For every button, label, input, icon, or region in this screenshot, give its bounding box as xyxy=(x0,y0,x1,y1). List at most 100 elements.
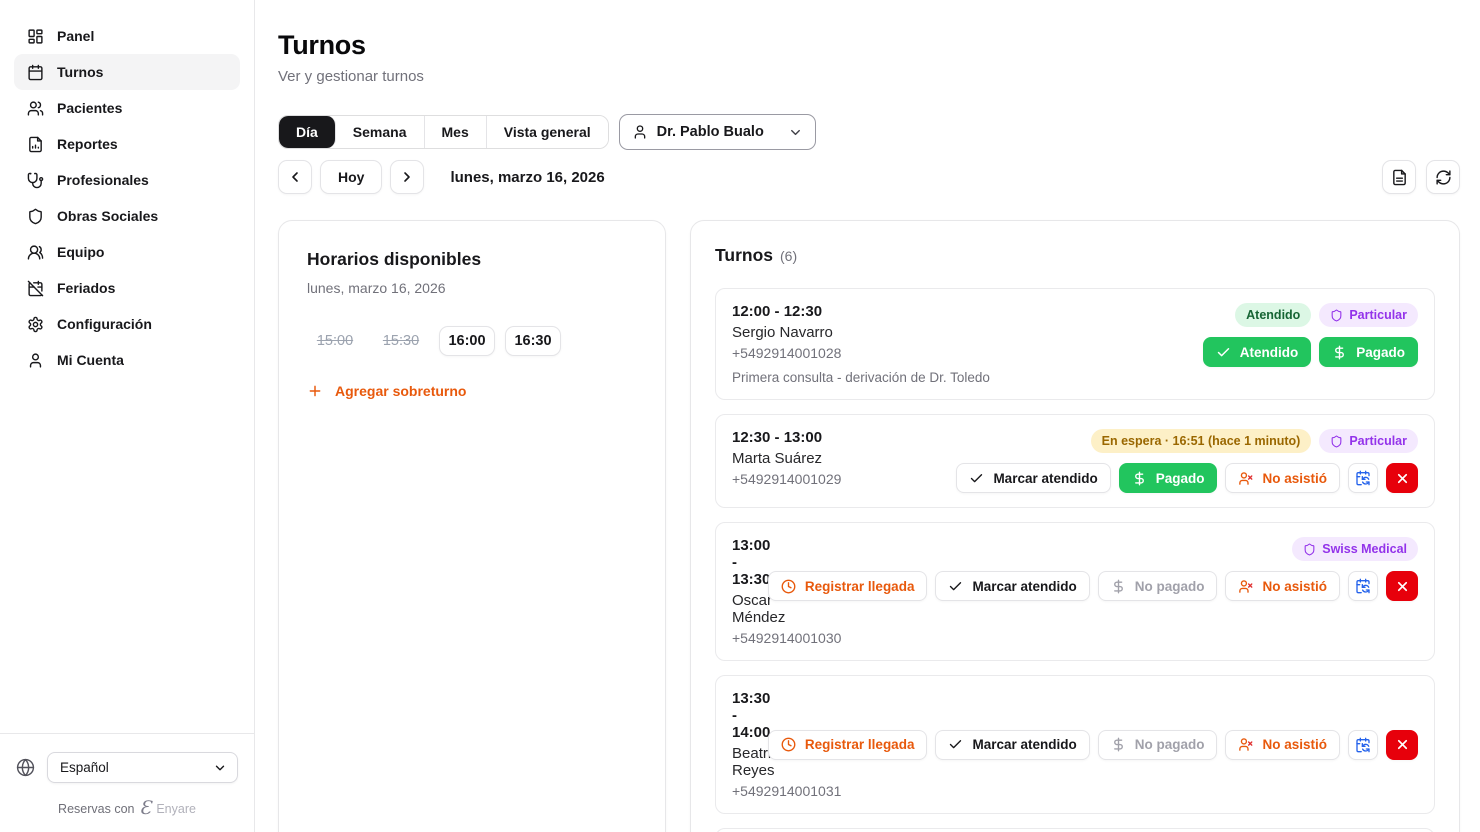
doctor-select-value: Dr. Pablo Bualo xyxy=(657,124,764,140)
not-paid-button[interactable]: No pagado xyxy=(1098,571,1218,601)
appointment-time: 12:00 - 12:30 xyxy=(732,303,1203,320)
sidebar-item-label: Configuración xyxy=(57,316,152,332)
insurance-badge-label: Particular xyxy=(1349,434,1407,448)
paid-button[interactable]: Pagado xyxy=(1119,463,1218,493)
view-tabs: Día Semana Mes Vista general xyxy=(278,115,609,149)
team-icon xyxy=(27,244,44,261)
next-day-button[interactable] xyxy=(390,160,424,194)
appointment-time: 13:00 - 13:30 xyxy=(732,537,768,588)
mark-attended-button[interactable]: Marcar atendido xyxy=(935,730,1089,760)
sidebar-item-configuracion[interactable]: Configuración xyxy=(14,306,240,342)
mark-attended-label: Marcar atendido xyxy=(993,471,1097,486)
not-paid-label: No pagado xyxy=(1135,579,1205,594)
user-x-icon xyxy=(1238,737,1253,752)
appointment-time: 12:30 - 13:00 xyxy=(732,429,956,446)
slot-15-00: 15:00 xyxy=(307,326,363,356)
available-slots-title: Horarios disponibles xyxy=(307,249,637,270)
sidebar-item-panel[interactable]: Panel xyxy=(14,18,240,54)
insurance-badge-label: Particular xyxy=(1349,308,1407,322)
calendar-sync-icon xyxy=(1355,737,1371,753)
clock-icon xyxy=(781,737,796,752)
tab-mes[interactable]: Mes xyxy=(425,116,487,148)
check-icon xyxy=(1216,345,1231,360)
close-icon xyxy=(1395,471,1410,486)
chevron-down-icon xyxy=(213,761,227,775)
mark-attended-label: Marcar atendido xyxy=(972,579,1076,594)
add-overbooking-button[interactable]: Agregar sobreturno xyxy=(307,383,637,399)
reschedule-button[interactable] xyxy=(1348,730,1378,760)
sidebar-item-profesionales[interactable]: Profesionales xyxy=(14,162,240,198)
main-content: Turnos Ver y gestionar turnos Día Semana… xyxy=(255,30,1480,832)
brand-name: Enyare xyxy=(156,802,196,816)
sidebar-item-reportes[interactable]: Reportes xyxy=(14,126,240,162)
register-arrival-button[interactable]: Registrar llegada xyxy=(768,730,928,760)
cancel-button[interactable] xyxy=(1386,571,1418,601)
chevron-down-icon xyxy=(788,125,803,140)
tab-semana[interactable]: Semana xyxy=(336,116,425,148)
insurance-badge: Particular xyxy=(1319,303,1418,327)
register-arrival-button[interactable]: Registrar llegada xyxy=(768,571,928,601)
mark-attended-label: Marcar atendido xyxy=(972,737,1076,752)
tab-dia[interactable]: Día xyxy=(279,116,336,148)
today-button[interactable]: Hoy xyxy=(320,160,382,194)
sidebar-item-label: Profesionales xyxy=(57,172,149,188)
cancel-button[interactable] xyxy=(1386,463,1418,493)
plus-icon xyxy=(307,383,323,399)
attended-button[interactable]: Atendido xyxy=(1203,337,1312,367)
slot-16-30[interactable]: 16:30 xyxy=(505,326,561,356)
add-overbooking-label: Agregar sobreturno xyxy=(335,383,466,399)
mark-attended-button[interactable]: Marcar atendido xyxy=(956,463,1110,493)
not-paid-button[interactable]: No pagado xyxy=(1098,730,1218,760)
sidebar-item-obras-sociales[interactable]: Obras Sociales xyxy=(14,198,240,234)
no-show-button[interactable]: No asistió xyxy=(1225,463,1340,493)
refresh-button[interactable] xyxy=(1426,160,1460,194)
appointment-time: 13:30 - 14:00 xyxy=(732,690,768,741)
user-x-icon xyxy=(1238,471,1253,486)
powered-by: Reservas con Ɛ Enyare xyxy=(16,799,238,818)
mark-attended-button[interactable]: Marcar atendido xyxy=(935,571,1089,601)
sidebar-item-turnos[interactable]: Turnos xyxy=(14,54,240,90)
export-report-button[interactable] xyxy=(1382,160,1416,194)
reschedule-button[interactable] xyxy=(1348,571,1378,601)
insurance-badge: Swiss Medical xyxy=(1292,537,1418,561)
sidebar-item-feriados[interactable]: Feriados xyxy=(14,270,240,306)
sidebar-item-label: Equipo xyxy=(57,244,104,260)
calendar-sync-icon xyxy=(1355,578,1371,594)
appointments-title: Turnos xyxy=(715,245,773,266)
reschedule-button[interactable] xyxy=(1348,463,1378,493)
language-select[interactable]: Español xyxy=(47,752,238,783)
no-show-button[interactable]: No asistió xyxy=(1225,730,1340,760)
paid-button[interactable]: Pagado xyxy=(1319,337,1418,367)
page-title: Turnos xyxy=(278,30,1460,61)
sidebar-item-label: Reportes xyxy=(57,136,118,152)
current-date-label: lunes, marzo 16, 2026 xyxy=(450,169,604,186)
shield-icon xyxy=(1330,435,1343,448)
stethoscope-icon xyxy=(27,172,44,189)
sidebar-item-equipo[interactable]: Equipo xyxy=(14,234,240,270)
shield-icon xyxy=(1303,543,1316,556)
prev-day-button[interactable] xyxy=(278,160,312,194)
appointment-card[interactable]: 15:00 - 15:30 Elvira Arias +549291400106… xyxy=(715,828,1435,832)
tab-vista-general[interactable]: Vista general xyxy=(487,116,608,148)
check-icon xyxy=(948,579,963,594)
refresh-icon xyxy=(1435,169,1452,186)
doctor-select[interactable]: Dr. Pablo Bualo xyxy=(619,114,816,150)
patient-phone: +5492914001028 xyxy=(732,345,1203,361)
sidebar-item-label: Turnos xyxy=(57,64,103,80)
no-show-button[interactable]: No asistió xyxy=(1225,571,1340,601)
appointment-card[interactable]: 12:00 - 12:30 Sergio Navarro +5492914001… xyxy=(715,288,1435,400)
slot-15-30: 15:30 xyxy=(373,326,429,356)
slot-16-00[interactable]: 16:00 xyxy=(439,326,495,356)
dashboard-icon xyxy=(27,28,44,45)
patient-phone: +5492914001031 xyxy=(732,783,768,799)
status-badge: Atendido xyxy=(1235,303,1311,327)
sidebar-footer: Español Reservas con Ɛ Enyare xyxy=(0,733,254,832)
sidebar-item-pacientes[interactable]: Pacientes xyxy=(14,90,240,126)
sidebar-item-mi-cuenta[interactable]: Mi Cuenta xyxy=(14,342,240,378)
patients-icon xyxy=(27,100,44,117)
appointment-card[interactable]: 13:00 - 13:30 Oscar Méndez +549291400103… xyxy=(715,522,1435,661)
check-icon xyxy=(969,471,984,486)
appointment-card[interactable]: 12:30 - 13:00 Marta Suárez +549291400102… xyxy=(715,414,1435,508)
cancel-button[interactable] xyxy=(1386,730,1418,760)
appointment-card[interactable]: 13:30 - 14:00 Beatriz Reyes +54929140010… xyxy=(715,675,1435,814)
